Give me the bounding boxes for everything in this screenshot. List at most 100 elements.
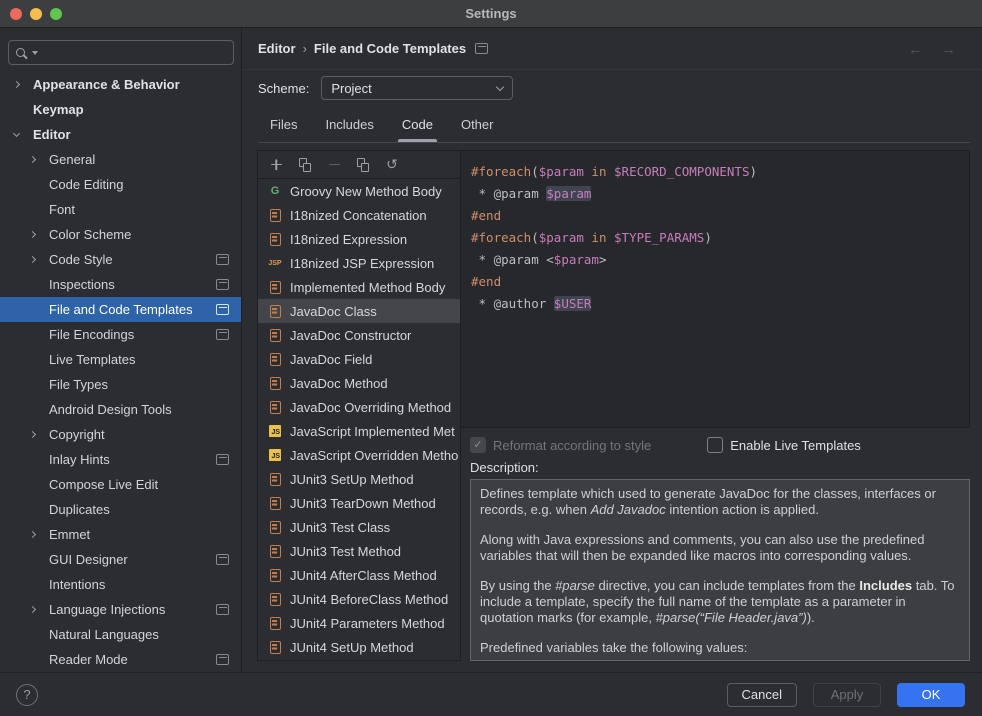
sidebar-item-appearance-behavior[interactable]: Appearance & Behavior: [0, 72, 242, 97]
template-row[interactable]: Implemented Method Body: [258, 275, 460, 299]
chevron-right-icon[interactable]: [30, 157, 49, 162]
template-file-glyph: [270, 497, 281, 510]
tab-files[interactable]: Files: [258, 106, 309, 142]
template-row[interactable]: JUnit4 AfterClass Method: [258, 563, 460, 587]
code-token: $TYPE_PARAMS: [614, 230, 704, 245]
back-arrow-icon[interactable]: ←: [908, 41, 923, 58]
revert-glyph: ↺: [386, 158, 398, 172]
scheme-select[interactable]: Project: [321, 76, 513, 100]
sidebar-item-label: Editor: [33, 127, 71, 142]
template-row[interactable]: JavaDoc Constructor: [258, 323, 460, 347]
sidebar-item-general[interactable]: General: [0, 147, 242, 172]
breadcrumb-editor[interactable]: Editor: [258, 41, 296, 56]
template-row[interactable]: I18nized Concatenation: [258, 203, 460, 227]
sidebar-item-file-types[interactable]: File Types: [0, 372, 242, 397]
sidebar-item-emmet[interactable]: Emmet: [0, 522, 242, 547]
sidebar-item-label: Reader Mode: [49, 652, 128, 667]
add-icon[interactable]: [269, 158, 283, 172]
sidebar-item-android-design-tools[interactable]: Android Design Tools: [0, 397, 242, 422]
template-row[interactable]: JUnit3 Test Class: [258, 515, 460, 539]
duplicate-icon[interactable]: [356, 158, 370, 172]
minimize-button[interactable]: [30, 8, 42, 20]
template-row[interactable]: JUnit4 SetUp Method: [258, 635, 460, 659]
description-text: #parse: [555, 578, 595, 593]
chevron-right-icon[interactable]: [30, 432, 49, 437]
template-row[interactable]: JUnit4 BeforeClass Method: [258, 587, 460, 611]
code-editor[interactable]: #foreach($param in $RECORD_COMPONENTS) *…: [461, 150, 970, 428]
sidebar-item-inspections[interactable]: Inspections: [0, 272, 242, 297]
sidebar-item-label: Copyright: [49, 427, 105, 442]
description-text: intention action is applied.: [666, 502, 819, 517]
sidebar-item-color-scheme[interactable]: Color Scheme: [0, 222, 242, 247]
sidebar-item-copyright[interactable]: Copyright: [0, 422, 242, 447]
search-box[interactable]: [8, 40, 234, 65]
sidebar-item-code-editing[interactable]: Code Editing: [0, 172, 242, 197]
copy-icon[interactable]: [298, 158, 312, 172]
chevron-right-icon[interactable]: [30, 532, 49, 537]
sidebar-item-gui-designer[interactable]: GUI Designer: [0, 547, 242, 572]
scheme-value: Project: [331, 81, 497, 96]
code-token: >: [599, 252, 607, 267]
chevron-right-icon[interactable]: [30, 232, 49, 237]
template-row[interactable]: JUnit3 SetUp Method: [258, 467, 460, 491]
template-label: JavaDoc Field: [290, 352, 372, 367]
sidebar-item-language-injections[interactable]: Language Injections: [0, 597, 242, 622]
sidebar-item-compose-live-edit[interactable]: Compose Live Edit: [0, 472, 242, 497]
sidebar-item-duplicates[interactable]: Duplicates: [0, 497, 242, 522]
template-row[interactable]: I18nized Expression: [258, 227, 460, 251]
template-row[interactable]: JUnit3 TearDown Method: [258, 491, 460, 515]
history-nav: ← →: [908, 28, 956, 70]
ok-button[interactable]: OK: [897, 683, 965, 707]
template-label: I18nized Expression: [290, 232, 407, 247]
forward-arrow-icon[interactable]: →: [941, 41, 956, 58]
template-row[interactable]: JavaDoc Class: [258, 299, 460, 323]
sidebar-item-inlay-hints[interactable]: Inlay Hints: [0, 447, 242, 472]
plus-glyph: [275, 159, 277, 170]
sidebar-item-natural-languages[interactable]: Natural Languages: [0, 622, 242, 647]
sidebar-item-reader-mode[interactable]: Reader Mode: [0, 647, 242, 672]
chevron-right-icon[interactable]: [30, 607, 49, 612]
jsp-template-icon: JSP: [267, 255, 283, 271]
sidebar-item-intentions[interactable]: Intentions: [0, 572, 242, 597]
chevron-glyph: [29, 156, 36, 163]
chevron-right-icon[interactable]: [14, 82, 33, 87]
sidebar-item-file-and-code-templates[interactable]: File and Code Templates: [0, 297, 242, 322]
description-paragraph: By using the #parse directive, you can i…: [480, 578, 960, 626]
code-token: #foreach: [471, 230, 531, 245]
sidebar-item-editor[interactable]: Editor: [0, 122, 242, 147]
revert-icon[interactable]: ↺: [385, 158, 399, 172]
help-button[interactable]: ?: [16, 684, 38, 706]
sidebar-item-file-encodings[interactable]: File Encodings: [0, 322, 242, 347]
sidebar-item-live-templates[interactable]: Live Templates: [0, 347, 242, 372]
template-row[interactable]: JavaDoc Field: [258, 347, 460, 371]
scheme-row: Scheme: Project: [258, 70, 513, 106]
tab-other[interactable]: Other: [449, 106, 506, 142]
cancel-button[interactable]: Cancel: [727, 683, 797, 707]
template-file-glyph: [270, 641, 281, 654]
settings-search-input[interactable]: [42, 45, 226, 60]
sidebar-item-code-style[interactable]: Code Style: [0, 247, 242, 272]
sidebar-item-keymap[interactable]: Keymap: [0, 97, 242, 122]
template-row[interactable]: GGroovy New Method Body: [258, 179, 460, 203]
chevron-down-icon[interactable]: [14, 133, 33, 136]
chevron-right-icon[interactable]: [30, 257, 49, 262]
template-row[interactable]: JUnit4 Parameters Method: [258, 611, 460, 635]
template-row[interactable]: JUnit3 Test Method: [258, 539, 460, 563]
tab-includes[interactable]: Includes: [313, 106, 385, 142]
remove-icon[interactable]: [327, 158, 341, 172]
template-label: JavaDoc Method: [290, 376, 388, 391]
template-file-glyph: [270, 329, 281, 342]
template-row[interactable]: JavaDoc Overriding Method: [258, 395, 460, 419]
code-token: (: [531, 164, 539, 179]
template-row[interactable]: JSJavaScript Overridden Metho: [258, 443, 460, 467]
close-button[interactable]: [10, 8, 22, 20]
enable-live-templates-checkbox[interactable]: Enable Live Templates: [707, 437, 861, 453]
template-row[interactable]: JSPI18nized JSP Expression: [258, 251, 460, 275]
tab-code[interactable]: Code: [390, 106, 445, 142]
breadcrumb: Editor › File and Code Templates ← →: [242, 28, 982, 70]
template-row[interactable]: JavaDoc Method: [258, 371, 460, 395]
template-file-glyph: [270, 353, 281, 366]
zoom-button[interactable]: [50, 8, 62, 20]
template-row[interactable]: JSJavaScript Implemented Met: [258, 419, 460, 443]
sidebar-item-font[interactable]: Font: [0, 197, 242, 222]
